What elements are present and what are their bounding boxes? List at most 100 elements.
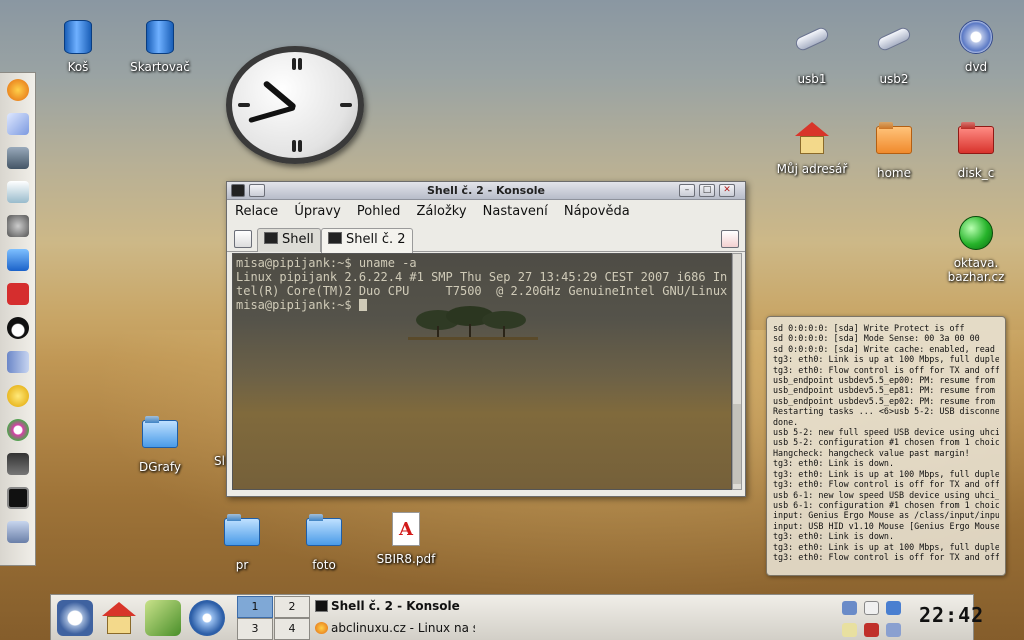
tux-tray-icon[interactable] xyxy=(842,623,857,637)
menu-help[interactable]: Nápověda xyxy=(564,204,630,219)
network-tray-icon[interactable] xyxy=(842,601,857,615)
desktop-icon-partial[interactable]: Sl xyxy=(194,414,226,468)
clipboard-tray-icon[interactable] xyxy=(864,601,880,615)
pdf-icon xyxy=(388,512,424,548)
window-titlebar[interactable]: Shell č. 2 - Konsole – □ ✕ xyxy=(227,182,745,200)
tab-shell-2[interactable]: Shell č. 2 xyxy=(321,228,413,253)
scrollbar-thumb[interactable] xyxy=(733,404,741,484)
monitor-icon xyxy=(7,453,29,475)
desktop-icon-usb1[interactable]: usb1 xyxy=(772,20,852,86)
terminal-scrollbar[interactable] xyxy=(732,253,742,490)
launcher-firefox[interactable] xyxy=(0,73,36,107)
desktop-icon-dvd[interactable]: dvd xyxy=(936,20,1016,74)
launcher-vpn[interactable] xyxy=(0,175,36,209)
desktop-icon-pr[interactable]: pr xyxy=(202,512,282,572)
log-line: input: Genius Ergo Mouse as /class/input… xyxy=(773,510,999,521)
maximize-button[interactable]: □ xyxy=(699,184,715,197)
dvd-icon xyxy=(958,20,994,56)
desktop-icon-label: dvd xyxy=(964,60,988,74)
launcher-tux[interactable] xyxy=(0,311,36,345)
log-line: tg3: eth0: Flow control is off for TX an… xyxy=(773,479,999,490)
analog-clock[interactable] xyxy=(226,46,364,164)
minimize-button[interactable]: – xyxy=(679,184,695,197)
launcher-volume[interactable] xyxy=(0,345,36,379)
log-line: sd 0:0:0:0: [sda] Write cache: enabled, … xyxy=(773,343,999,354)
text-editor-icon[interactable] xyxy=(145,600,181,636)
desktop-icon-label: foto xyxy=(312,558,336,572)
log-line: usb 6-1: new low speed USB device using … xyxy=(773,489,999,500)
terminal-line: Linux pipijank 2.6.22.4 #1 SMP Thu Sep 2… xyxy=(236,270,728,284)
pager-desktop-1[interactable]: 1 xyxy=(237,596,273,618)
desktop-icon-home[interactable]: home xyxy=(854,120,934,180)
menu-session[interactable]: Relace xyxy=(235,204,278,219)
launcher-mail[interactable] xyxy=(0,107,36,141)
terminal-area[interactable]: misa@pipijank:~$ uname -a Linux pipijank… xyxy=(232,253,732,490)
launcher-news[interactable] xyxy=(0,141,36,175)
smiley-icon xyxy=(7,385,29,407)
pager-desktop-4[interactable]: 4 xyxy=(274,618,310,640)
task-konsole[interactable]: Shell č. 2 - Konsole xyxy=(313,596,475,618)
tab-shell[interactable]: Shell xyxy=(257,228,321,252)
menu-view[interactable]: Pohled xyxy=(357,204,400,219)
mail-icon xyxy=(7,113,29,135)
desktop-icon-disk-c[interactable]: disk_c xyxy=(936,120,1016,180)
desktop-icon-label: disk_c xyxy=(957,166,995,180)
log-line: tg3: eth0: Link is down. xyxy=(773,458,895,469)
log-line: usb 5-2: configuration #1 chosen from 1 … xyxy=(773,437,999,448)
kde-menu-icon[interactable] xyxy=(57,600,93,636)
menu-settings[interactable]: Nastavení xyxy=(483,204,548,219)
desktop-icon-home-directory[interactable]: Můj adresář xyxy=(772,120,852,176)
web-browser-icon[interactable] xyxy=(189,600,225,636)
ib-icon xyxy=(7,283,29,305)
launcher-terminal[interactable] xyxy=(0,481,36,515)
konsole-window[interactable]: Shell č. 2 - Konsole – □ ✕ Relace Úpravy… xyxy=(226,181,746,497)
desktop-icon-foto[interactable]: foto xyxy=(284,512,364,572)
terminal-prompt: misa@pipijank:~$ xyxy=(236,298,359,312)
desktop-icon-sbir8-pdf[interactable]: SBIR8.pdf xyxy=(366,512,446,566)
desktop-icon-oktava[interactable]: oktava. bazhar.cz xyxy=(936,216,1016,284)
tab-bar: Shell Shell č. 2 xyxy=(227,224,745,253)
flag-tray-icon[interactable] xyxy=(864,623,880,637)
desktop-icon-dgrafy[interactable]: DGrafy xyxy=(120,414,200,474)
desktop-icon-shredder[interactable]: Skartovač xyxy=(120,20,200,74)
launcher-smiley[interactable] xyxy=(0,379,36,413)
taskbar: 1 2 3 4 Shell č. 2 - Konsole abclinuxu.c… xyxy=(50,594,983,640)
desktop-pager: 1 2 3 4 xyxy=(237,595,311,640)
desktop-icon-trash[interactable]: Koš xyxy=(38,20,118,74)
launcher-download[interactable] xyxy=(0,243,36,277)
launcher-laptop[interactable] xyxy=(0,515,36,549)
log-line: usb_endpoint usbdev5.5_ep81: PM: resume … xyxy=(773,385,999,396)
pager-desktop-2[interactable]: 2 xyxy=(274,596,310,618)
newspaper-icon xyxy=(7,147,29,169)
digital-clock[interactable]: 22:42 xyxy=(919,603,983,627)
log-line: tg3: eth0: Link is up at 100 Mbps, full … xyxy=(773,468,999,479)
close-button[interactable]: ✕ xyxy=(719,184,735,197)
firefox-icon xyxy=(7,79,29,101)
launcher-ib[interactable] xyxy=(0,277,36,311)
terminal-output: misa@pipijank:~$ uname -a Linux pipijank… xyxy=(233,254,731,314)
update-tray-icon[interactable] xyxy=(886,601,902,615)
clock-tick xyxy=(298,140,302,152)
launcher-media[interactable] xyxy=(0,413,36,447)
folder-icon xyxy=(876,126,912,162)
clock-tick xyxy=(238,103,250,107)
folder-icon xyxy=(224,518,260,554)
new-session-icon[interactable] xyxy=(234,230,252,248)
launcher-gimp[interactable] xyxy=(0,209,36,243)
task-firefox[interactable]: abclinuxu.cz - Linux na s xyxy=(313,618,475,640)
pager-desktop-3[interactable]: 3 xyxy=(237,618,273,640)
desktop-icon-label: home xyxy=(876,166,912,180)
launcher-monitor[interactable] xyxy=(0,447,36,481)
terminal-icon xyxy=(7,487,29,509)
close-session-icon[interactable] xyxy=(721,230,739,248)
network-icon xyxy=(7,181,29,203)
menu-edit[interactable]: Úpravy xyxy=(294,204,340,219)
shredder-icon xyxy=(142,20,178,56)
home-icon[interactable] xyxy=(101,600,137,636)
clock-tick xyxy=(340,103,352,107)
menu-bookmarks[interactable]: Záložky xyxy=(417,204,467,219)
desktop-icon-usb2[interactable]: usb2 xyxy=(854,20,934,86)
kdeconnect-tray-icon[interactable] xyxy=(886,623,902,637)
tux-icon xyxy=(7,317,29,339)
clock-minute-hand xyxy=(248,105,296,124)
